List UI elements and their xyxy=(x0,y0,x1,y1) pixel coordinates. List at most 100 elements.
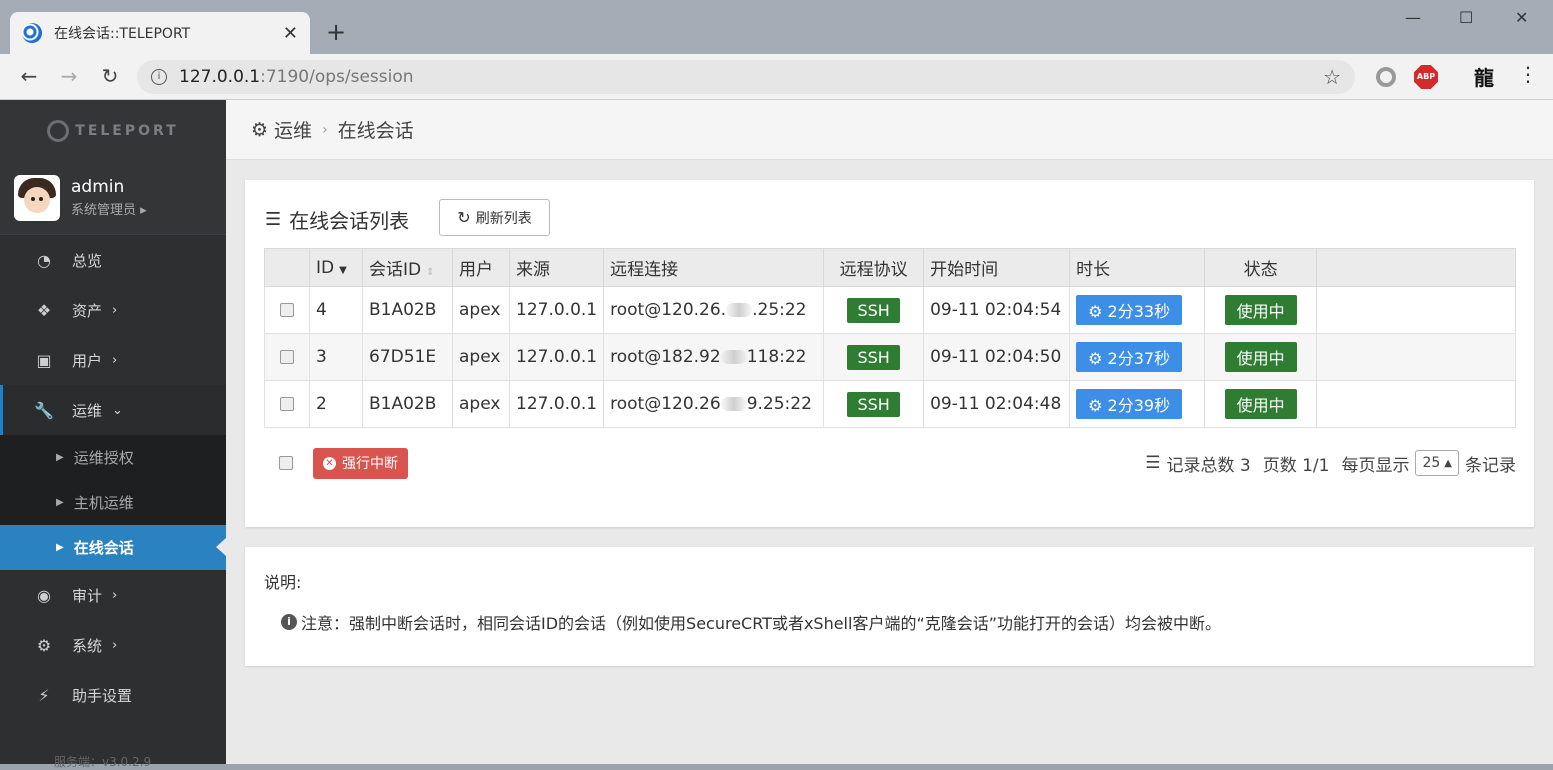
duration-badge: ⚙ 2分37秒 xyxy=(1076,342,1183,372)
new-tab-icon[interactable]: + xyxy=(326,18,346,46)
breadcrumb-root[interactable]: 运维 xyxy=(274,116,312,143)
cell-source: 127.0.0.1 xyxy=(508,380,605,428)
force-disconnect-button[interactable]: ✕ 强行中断 xyxy=(313,447,408,479)
adblock-plus-icon[interactable]: ABP xyxy=(1414,65,1438,89)
sidebar-item-assistant[interactable]: ⚡ 助手设置 xyxy=(0,670,226,720)
close-tab-icon[interactable]: ✕ xyxy=(283,23,298,44)
force-disconnect-label: 强行中断 xyxy=(342,456,398,472)
sort-desc-icon: ▼ xyxy=(339,264,347,276)
sidebar-item-label: 审计 xyxy=(72,586,103,605)
protocol-badge: SSH xyxy=(847,344,900,370)
header-protocol: 远程协议 xyxy=(823,248,925,287)
table-row: 3 67D51E apex 127.0.0.1 root@182.92 118:2… xyxy=(264,333,1516,381)
refresh-icon: ↻ xyxy=(457,208,471,227)
times-circle-icon: ✕ xyxy=(323,456,336,470)
logo-text: TELEPORT xyxy=(75,122,179,139)
address-book-icon: ▣ xyxy=(36,350,52,370)
dashboard-icon: ◔ xyxy=(37,250,51,270)
sidebar-item-label: 系统 xyxy=(72,636,103,655)
header-id[interactable]: ID ▼ xyxy=(309,248,363,287)
select-all-checkbox[interactable] xyxy=(279,456,293,470)
duration-badge: ⚙ 2分39秒 xyxy=(1076,389,1183,419)
user-profile[interactable]: admin 系统管理员 ▸ xyxy=(0,161,226,235)
breadcrumb-separator-icon: › xyxy=(322,121,328,138)
extension-ring-icon[interactable] xyxy=(1376,67,1396,87)
cell-user: apex xyxy=(452,286,510,334)
per-page-select[interactable]: 25 ▲ xyxy=(1415,450,1459,476)
dragon-extension-icon[interactable]: 龍 xyxy=(1474,62,1494,91)
cell-start-time: 09-11 02:04:54 xyxy=(923,286,1071,334)
url-field[interactable]: i 127.0.0.1:7190/ops/session ☆ xyxy=(137,60,1355,94)
sidebar-item-audit[interactable]: ◉ 审计 › xyxy=(0,570,226,620)
back-icon[interactable]: ← xyxy=(17,64,41,88)
status-badge: 使用中 xyxy=(1224,389,1297,419)
chevron-right-icon: › xyxy=(112,302,118,318)
avatar xyxy=(14,174,60,221)
sidebar-subitem-ops-auth[interactable]: ▶ 运维授权 xyxy=(0,435,226,480)
cell-session-id: 67D51E xyxy=(362,333,453,381)
gear-icon: ⚙ xyxy=(36,635,52,655)
reload-icon[interactable]: ↻ xyxy=(98,64,122,88)
main-content: ⚙ 运维 › 在线会话 ☰ 在线会话列表 ↻ 刷新列表 ID ▼ 会话ID ⇕ 用户 来… xyxy=(226,100,1553,764)
row-checkbox[interactable] xyxy=(280,350,294,364)
cell-source: 127.0.0.1 xyxy=(508,286,605,334)
total-records: 记录总数 3 xyxy=(1166,455,1251,476)
sidebar-item-system[interactable]: ⚙ 系统 › xyxy=(0,620,226,670)
redacted-blur xyxy=(720,350,747,364)
browser-tab[interactable]: 在线会话::TELEPORT ✕ xyxy=(10,12,310,54)
sidebar-subitem-host-ops[interactable]: ▶ 主机运维 xyxy=(0,480,226,525)
cell-user: apex xyxy=(452,333,510,381)
duration-badge: ⚙ 2分33秒 xyxy=(1076,295,1183,325)
caret-right-icon: ▶ xyxy=(56,497,64,508)
bookmark-star-icon[interactable]: ☆ xyxy=(1323,65,1341,89)
panel-title: 在线会话列表 xyxy=(289,209,410,233)
sidebar-subitem-label: 在线会话 xyxy=(73,539,134,557)
breadcrumb: ⚙ 运维 › 在线会话 xyxy=(226,100,1553,160)
window-close-icon[interactable]: ✕ xyxy=(1515,8,1528,27)
table-row: 4 B1A02B apex 127.0.0.1 root@120.26. .25:… xyxy=(264,286,1516,334)
breadcrumb-current: 在线会话 xyxy=(337,120,414,142)
notes-panel: 说明: i 注意：强制中断会话时，相同会话ID的会话（例如使用SecureCRT或… xyxy=(245,547,1534,666)
site-info-icon[interactable]: i xyxy=(151,69,167,85)
browser-menu-icon[interactable]: ⋮ xyxy=(1518,62,1538,86)
sidebar: TELEPORT admin 系统管理员 ▸ ◔ 总览 ❖ 资产 › ▣ 用户 › 🔧 运维… xyxy=(0,100,226,769)
table-header-row: ID ▼ 会话ID ⇕ 用户 来源 远程连接 远程协议 开始时间 时长 状态 xyxy=(264,248,1516,287)
header-actions xyxy=(1316,248,1516,287)
user-role: 系统管理员 xyxy=(71,203,137,218)
header-status: 状态 xyxy=(1204,248,1318,287)
sidebar-item-overview[interactable]: ◔ 总览 xyxy=(0,235,226,285)
maximize-icon[interactable]: ☐ xyxy=(1459,8,1473,27)
header-session-id[interactable]: 会话ID ⇕ xyxy=(362,248,453,287)
cell-id: 4 xyxy=(309,286,363,334)
header-duration: 时长 xyxy=(1069,248,1206,287)
row-checkbox[interactable] xyxy=(280,303,294,317)
row-checkbox[interactable] xyxy=(280,397,294,411)
caret-right-icon: ▶ xyxy=(56,452,64,463)
bolt-icon: ⚡ xyxy=(38,685,50,705)
sidebar-subitem-label: 运维授权 xyxy=(73,449,134,467)
info-circle-icon: i xyxy=(281,614,297,630)
cell-start-time: 09-11 02:04:48 xyxy=(923,380,1071,428)
cell-remote-connection: root@120.26. .25:22 xyxy=(603,286,825,334)
sidebar-item-ops[interactable]: 🔧 运维 ⌄ xyxy=(0,385,226,435)
sidebar-item-users[interactable]: ▣ 用户 › xyxy=(0,335,226,385)
minimize-icon[interactable]: — xyxy=(1405,8,1421,27)
header-select xyxy=(264,248,310,287)
sidebar-subitem-online-sessions[interactable]: ▶ 在线会话 xyxy=(0,525,226,570)
refresh-list-button[interactable]: ↻ 刷新列表 xyxy=(439,199,550,236)
sidebar-item-label: 运维 xyxy=(72,401,103,420)
page-count: 页数 1/1 xyxy=(1262,455,1330,476)
status-badge: 使用中 xyxy=(1224,295,1297,325)
table-footer: ✕ 强行中断 ☰ 记录总数 3 页数 1/1 每页显示 25 ▲ 条记录 xyxy=(279,447,1516,479)
sidebar-item-assets[interactable]: ❖ 资产 › xyxy=(0,285,226,335)
per-page-value: 25 xyxy=(1422,455,1441,471)
forward-icon[interactable]: → xyxy=(57,64,81,88)
sidebar-item-label: 用户 xyxy=(72,351,103,370)
header-remote-connection: 远程连接 xyxy=(603,248,825,287)
sidebar-item-label: 资产 xyxy=(72,301,103,320)
chevron-right-icon: › xyxy=(112,637,118,653)
wrench-icon: 🔧 xyxy=(34,400,54,420)
logo: TELEPORT xyxy=(0,100,226,161)
cog-icon: ⚙ xyxy=(1088,396,1103,415)
list-icon: ☰ xyxy=(1145,453,1161,473)
